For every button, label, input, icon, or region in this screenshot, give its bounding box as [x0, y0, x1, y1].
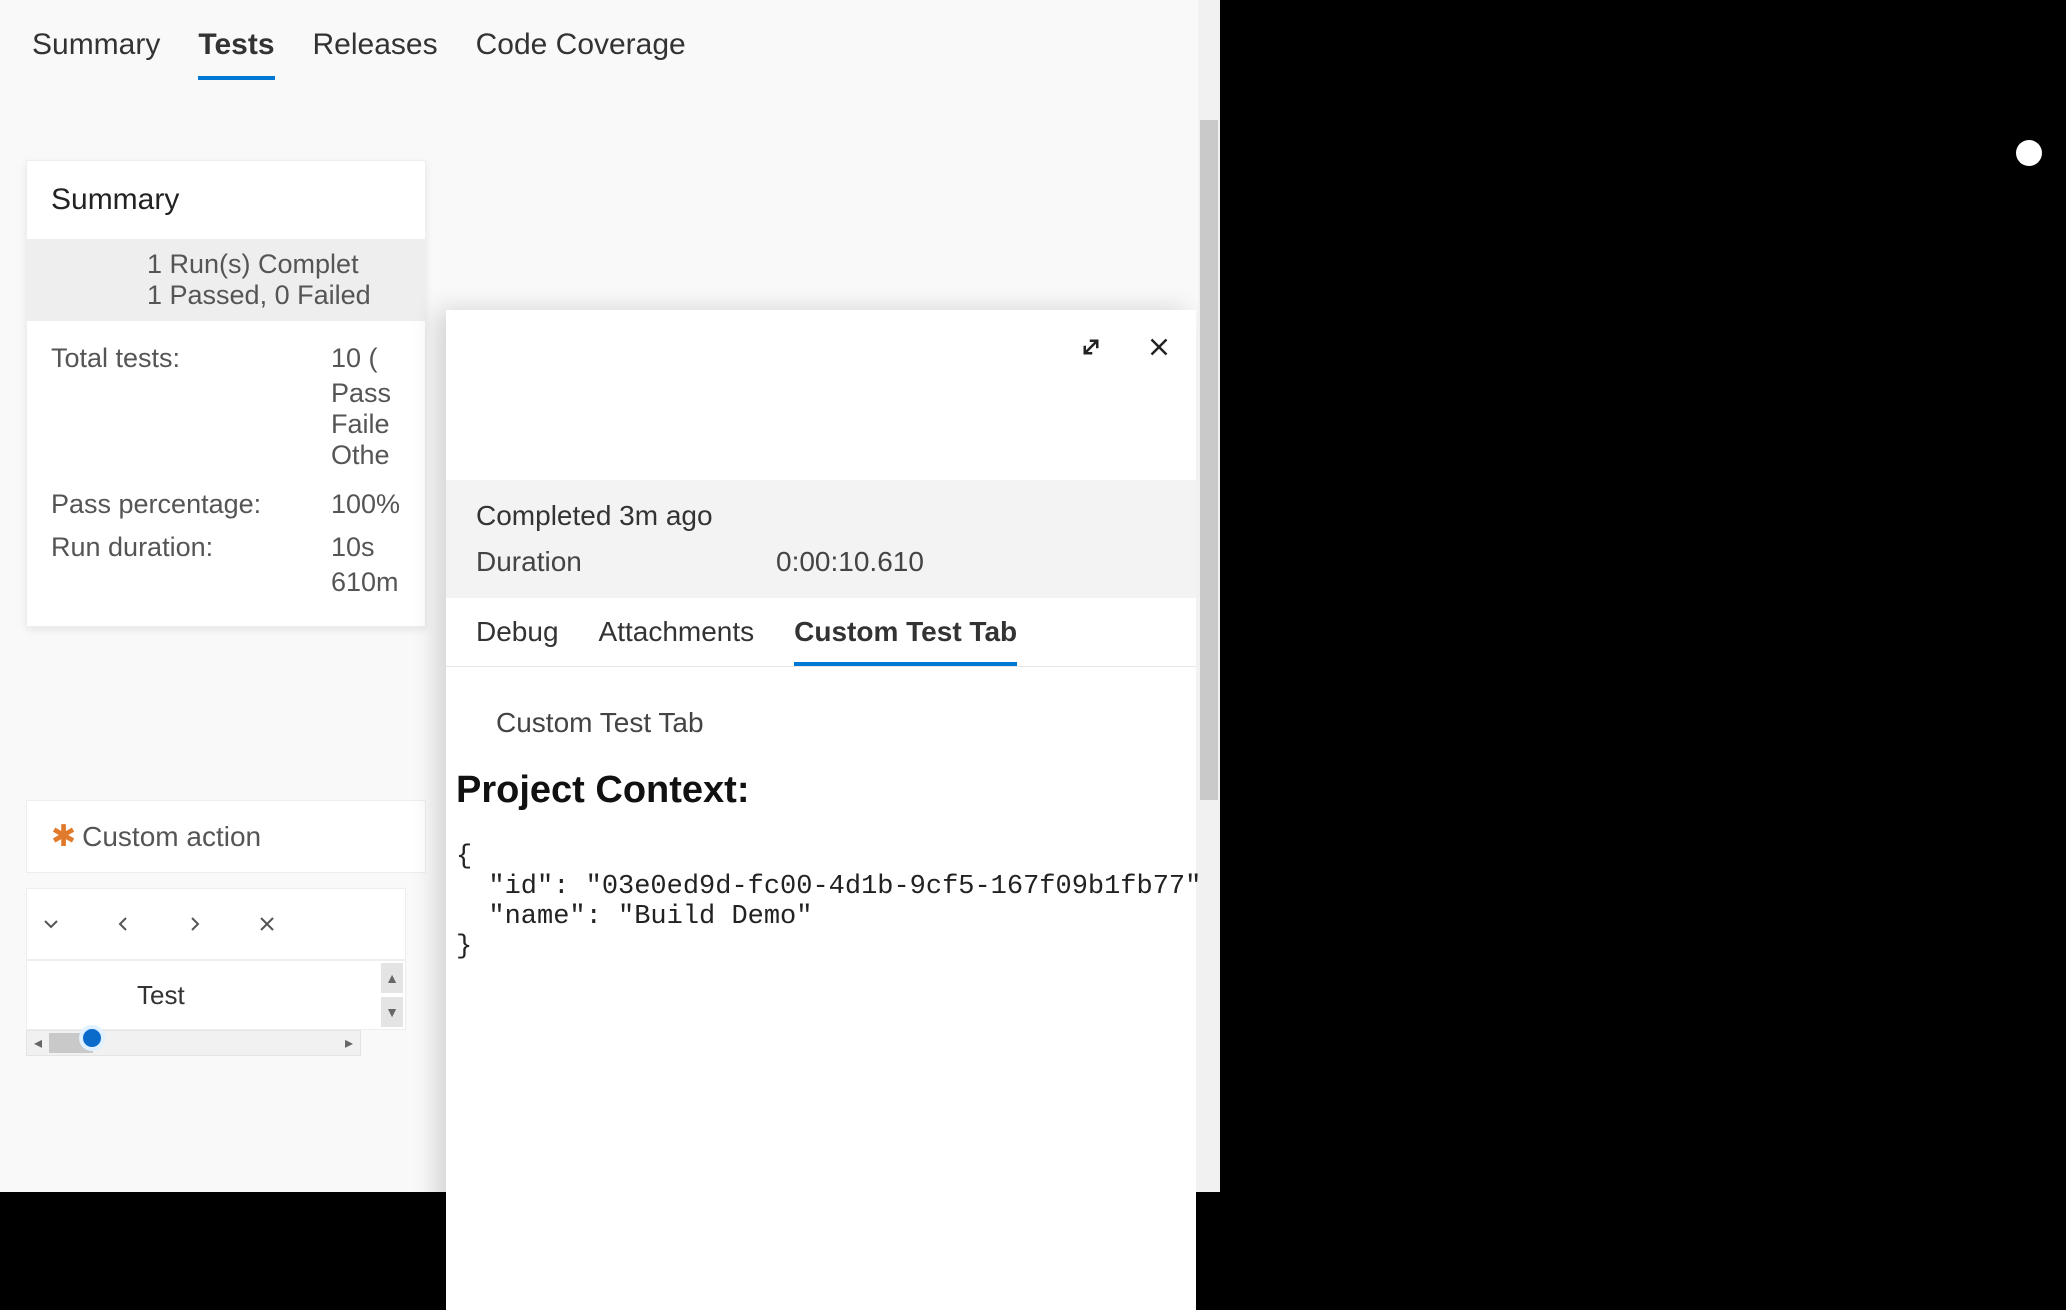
scrollbar-track[interactable]: [49, 1031, 338, 1055]
tab-releases[interactable]: Releases: [313, 28, 438, 76]
scroll-left-icon[interactable]: ◂: [27, 1033, 49, 1053]
summary-card: Summary 1 Run(s) Complet 1 Passed, 0 Fai…: [26, 160, 426, 627]
content-area: Summary 1 Run(s) Complet 1 Passed, 0 Fai…: [26, 160, 1220, 1192]
detail-tab-attachments[interactable]: Attachments: [599, 616, 755, 666]
summary-heading: Summary: [27, 161, 425, 239]
project-context-code: { "id": "03e0ed9d-fc00-4d1b-9cf5-167f09b…: [456, 842, 1186, 962]
tab-summary[interactable]: Summary: [32, 28, 160, 76]
scroll-up-icon[interactable]: ▲: [381, 963, 403, 993]
pass-pct-label: Pass percentage:: [51, 489, 331, 520]
asterisk-icon: ✱: [51, 819, 76, 854]
top-tabs: Summary Tests Releases Code Coverage: [0, 0, 1220, 110]
total-pass-sub: Pass: [331, 378, 401, 409]
total-other-sub: Othe: [331, 440, 401, 471]
summary-metrics: Total tests: 10 ( Pass Faile Othe Pass p…: [27, 321, 425, 626]
custom-action-card[interactable]: ✱ Custom action: [26, 800, 426, 873]
grid-header: Test ▲ ▼: [26, 960, 406, 1030]
project-context-heading: Project Context:: [456, 769, 1186, 812]
custom-action-label: Custom action: [82, 821, 261, 853]
scroll-down-icon[interactable]: ▼: [381, 997, 403, 1027]
scroll-right-icon[interactable]: ▸: [338, 1033, 360, 1053]
run-dur-label: Run duration:: [51, 532, 331, 563]
runs-line2: 1 Passed, 0 Failed: [147, 280, 401, 311]
tab-code-coverage[interactable]: Code Coverage: [476, 28, 686, 76]
completed-text: Completed 3m ago: [476, 500, 1166, 532]
progress-indicator-icon: [79, 1025, 105, 1051]
horizontal-scrollbar[interactable]: ◂ ▸: [26, 1030, 361, 1056]
detail-panel: Completed 3m ago Duration 0:00:10.610 De…: [446, 310, 1196, 1310]
total-fail-sub: Faile: [331, 409, 401, 440]
duration-value: 0:00:10.610: [776, 546, 924, 578]
app-panel: Summary Tests Releases Code Coverage Sum…: [0, 0, 1220, 1192]
close-icon[interactable]: [253, 910, 281, 938]
tab-tests[interactable]: Tests: [198, 28, 274, 80]
detail-tab-debug[interactable]: Debug: [476, 616, 559, 666]
detail-tabs: Debug Attachments Custom Test Tab: [446, 598, 1196, 667]
close-icon[interactable]: [1142, 330, 1176, 364]
vertical-scrollbar-thumb[interactable]: [1200, 120, 1218, 800]
vertical-scrollbar[interactable]: [1198, 0, 1220, 1192]
expand-icon[interactable]: [1074, 330, 1108, 364]
total-tests-label: Total tests:: [51, 343, 331, 374]
toolbar-strip: [26, 888, 406, 960]
chevron-down-icon[interactable]: [37, 910, 65, 938]
custom-tab-title: Custom Test Tab: [496, 707, 1186, 739]
detail-panel-actions: [1074, 330, 1176, 364]
col-test[interactable]: Test: [137, 980, 185, 1011]
runs-line1: 1 Run(s) Complet: [147, 249, 401, 280]
chevron-right-icon[interactable]: [181, 910, 209, 938]
total-tests-value: 10 (: [331, 343, 378, 374]
summary-runs: 1 Run(s) Complet 1 Passed, 0 Failed: [27, 239, 425, 321]
detail-tab-custom[interactable]: Custom Test Tab: [794, 616, 1017, 666]
run-dur-sub: 610m: [331, 567, 401, 598]
duration-label: Duration: [476, 546, 776, 578]
cursor-dot-icon: [2016, 140, 2042, 166]
detail-meta: Completed 3m ago Duration 0:00:10.610: [446, 480, 1196, 598]
detail-body: Custom Test Tab Project Context: { "id":…: [446, 667, 1196, 992]
pass-pct-value: 100%: [331, 489, 400, 520]
chevron-left-icon[interactable]: [109, 910, 137, 938]
run-dur-value: 10s: [331, 532, 375, 563]
